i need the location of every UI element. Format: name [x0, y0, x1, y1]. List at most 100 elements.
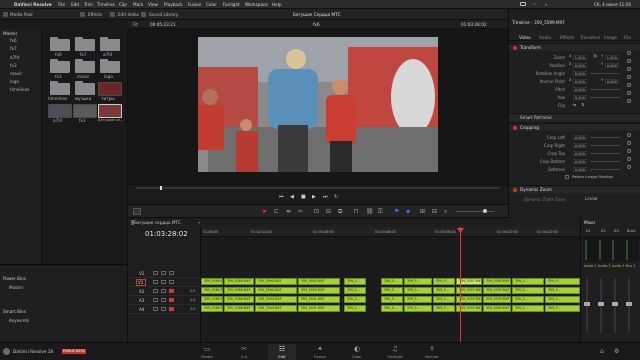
link-icon[interactable]: ⛓: [593, 54, 598, 59]
crop-slider[interactable]: [590, 160, 620, 162]
enable-dot[interactable]: [513, 126, 517, 130]
keyframe-icon[interactable]: [627, 91, 631, 95]
bin-master[interactable]: Master: [3, 31, 17, 36]
crop-slider[interactable]: [590, 136, 620, 138]
clip-thumbnail[interactable]: [98, 82, 122, 96]
keyframe-icon[interactable]: [627, 99, 631, 103]
menu-mark[interactable]: Mark: [133, 2, 143, 7]
timeline-clip[interactable]: 359_5593.MXF: [298, 278, 340, 285]
auto-select-icon[interactable]: [161, 271, 166, 275]
timeline-clip[interactable]: 359_5589.MXF: [224, 305, 254, 312]
timeline-clip[interactable]: 359_5594.MXF: [255, 305, 297, 312]
folder-icon[interactable]: [75, 81, 95, 95]
tab-image[interactable]: Image: [604, 35, 617, 40]
zoom-custom-icon[interactable]: ⌕: [444, 209, 447, 215]
bin-item[interactable]: fx6: [10, 38, 17, 43]
crop-slider[interactable]: [590, 152, 620, 154]
keyframe-icon[interactable]: [627, 59, 631, 63]
page-fusion[interactable]: ✦ Fusion: [306, 344, 334, 360]
page-deliver[interactable]: ⇪ Deliver: [418, 344, 446, 360]
edit-index-icon[interactable]: [110, 12, 115, 17]
overwrite-clip-icon[interactable]: ⊟: [326, 209, 331, 215]
media-pool-icon[interactable]: [3, 12, 8, 17]
position-lock-icon[interactable]: ⚿: [378, 209, 383, 215]
timeline-clip[interactable]: 359_5591.MXF: [298, 305, 340, 312]
keyframe-icon[interactable]: [627, 83, 631, 87]
menu-edit[interactable]: Edit: [71, 2, 79, 7]
settings-icon[interactable]: ⚙: [614, 349, 619, 355]
enable-dot[interactable]: [513, 46, 517, 50]
timeline-clip[interactable]: 359_5...: [433, 305, 455, 312]
menu-timeline[interactable]: Timeline: [97, 2, 115, 7]
timeline-clip[interactable]: 359_5593.MXF: [483, 278, 511, 285]
folder-icon[interactable]: [50, 59, 70, 73]
zoom-detail-icon[interactable]: ⊟: [432, 209, 437, 215]
media-pool-button[interactable]: Media Pool: [10, 12, 33, 17]
timeline-clip[interactable]: 359_5...: [344, 287, 366, 294]
folder-icon[interactable]: [100, 37, 120, 51]
insert-clip-icon[interactable]: ⊡: [314, 209, 319, 215]
page-fairlight[interactable]: ♫ Fairlight: [381, 344, 409, 360]
keyframe-icon[interactable]: [627, 67, 631, 71]
menu-file[interactable]: File: [58, 2, 65, 7]
mute-icon[interactable]: [169, 298, 174, 302]
timeline-tab[interactable]: Бегущие сердца МТС: [134, 220, 181, 225]
menu-fairlight[interactable]: Fairlight: [223, 2, 240, 7]
viewer-frame[interactable]: [198, 37, 438, 172]
tab-video[interactable]: Video: [519, 35, 531, 40]
timeline-clip[interactable]: 359_5...: [512, 296, 544, 303]
timeline-clip[interactable]: 359_5...: [404, 287, 432, 294]
lock-icon[interactable]: [153, 280, 158, 284]
timeline-clip[interactable]: 359_5589.MXF: [201, 296, 223, 303]
timeline-clip[interactable]: 359_5...: [344, 305, 366, 312]
lock-icon[interactable]: [153, 289, 158, 293]
timeline-clip[interactable]: 359_5...: [512, 278, 544, 285]
zoom-dropdown[interactable]: Fit: [133, 22, 138, 27]
folder-icon[interactable]: [50, 37, 70, 51]
timeline-clip[interactable]: 359_5...: [404, 278, 432, 285]
visibility-icon[interactable]: [169, 280, 174, 284]
timeline-clip[interactable]: 359_5...: [381, 305, 403, 312]
timeline-clip[interactable]: 359_5589.MXF: [201, 305, 223, 312]
timeline-clip[interactable]: 359_5...: [433, 296, 455, 303]
snapping-icon[interactable]: ⊓: [354, 209, 359, 215]
dynamic-zoom-section[interactable]: Dynamic Zoom: [509, 185, 640, 193]
timeline-clip[interactable]: 359_5...: [512, 287, 544, 294]
bin-item[interactable]: a7III: [10, 55, 19, 60]
tab-transition[interactable]: Transition: [580, 35, 600, 40]
keyframe-icon[interactable]: [627, 141, 631, 145]
scrubber-handle[interactable]: [160, 186, 162, 190]
stop-icon[interactable]: ■: [301, 195, 306, 200]
timeline-clip[interactable]: 359_5593.MXF: [483, 296, 511, 303]
timeline-dropdown-icon[interactable]: ▾: [198, 220, 200, 225]
timeline-clip[interactable]: 359_5593.MXF: [483, 305, 511, 312]
loop-icon[interactable]: ↻: [334, 195, 338, 200]
bin-item[interactable]: timelines: [10, 87, 29, 92]
timeline-clip[interactable]: 359_5589.MXF: [201, 287, 223, 294]
scrubber-track[interactable]: [136, 187, 500, 189]
lock-icon[interactable]: [153, 298, 158, 302]
timeline-ruler[interactable]: 01:00:00 01:02:12:00 01:03:36:00 01:03:4…: [201, 227, 580, 237]
timeline-clip[interactable]: 359_5...: [344, 296, 366, 303]
timeline-clip[interactable]: 359_5590.MXF: [255, 287, 297, 294]
lock-icon[interactable]: [153, 307, 158, 311]
effects-button[interactable]: Effects: [88, 12, 102, 17]
bin-item[interactable]: logo: [10, 79, 19, 84]
page-edit[interactable]: ☷ Edit: [268, 344, 296, 360]
menu-clip[interactable]: Clip: [119, 2, 127, 7]
edit-index-button[interactable]: Edit Index: [118, 12, 139, 17]
timeline-clip[interactable]: 359_5...: [545, 278, 580, 285]
timeline-clip[interactable]: 359_5...: [433, 278, 455, 285]
timeline-clip[interactable]: 359_5589.MXF: [224, 278, 254, 285]
reverse-play-icon[interactable]: ◀: [290, 195, 294, 200]
timeline-clip[interactable]: 359_5590.MXF: [255, 278, 297, 285]
go-to-end-icon[interactable]: ⏭: [323, 195, 328, 200]
marker-icon[interactable]: ⬥: [406, 209, 410, 215]
menu-color[interactable]: Color: [206, 2, 217, 7]
softness-slider[interactable]: [590, 168, 620, 170]
crop-slider[interactable]: [590, 144, 620, 146]
timeline-clip[interactable]: 359_5...: [545, 305, 580, 312]
fader-handle[interactable]: [626, 302, 632, 306]
zoom-slider-handle[interactable]: [483, 209, 487, 213]
menu-workspace[interactable]: Workspace: [245, 2, 268, 7]
